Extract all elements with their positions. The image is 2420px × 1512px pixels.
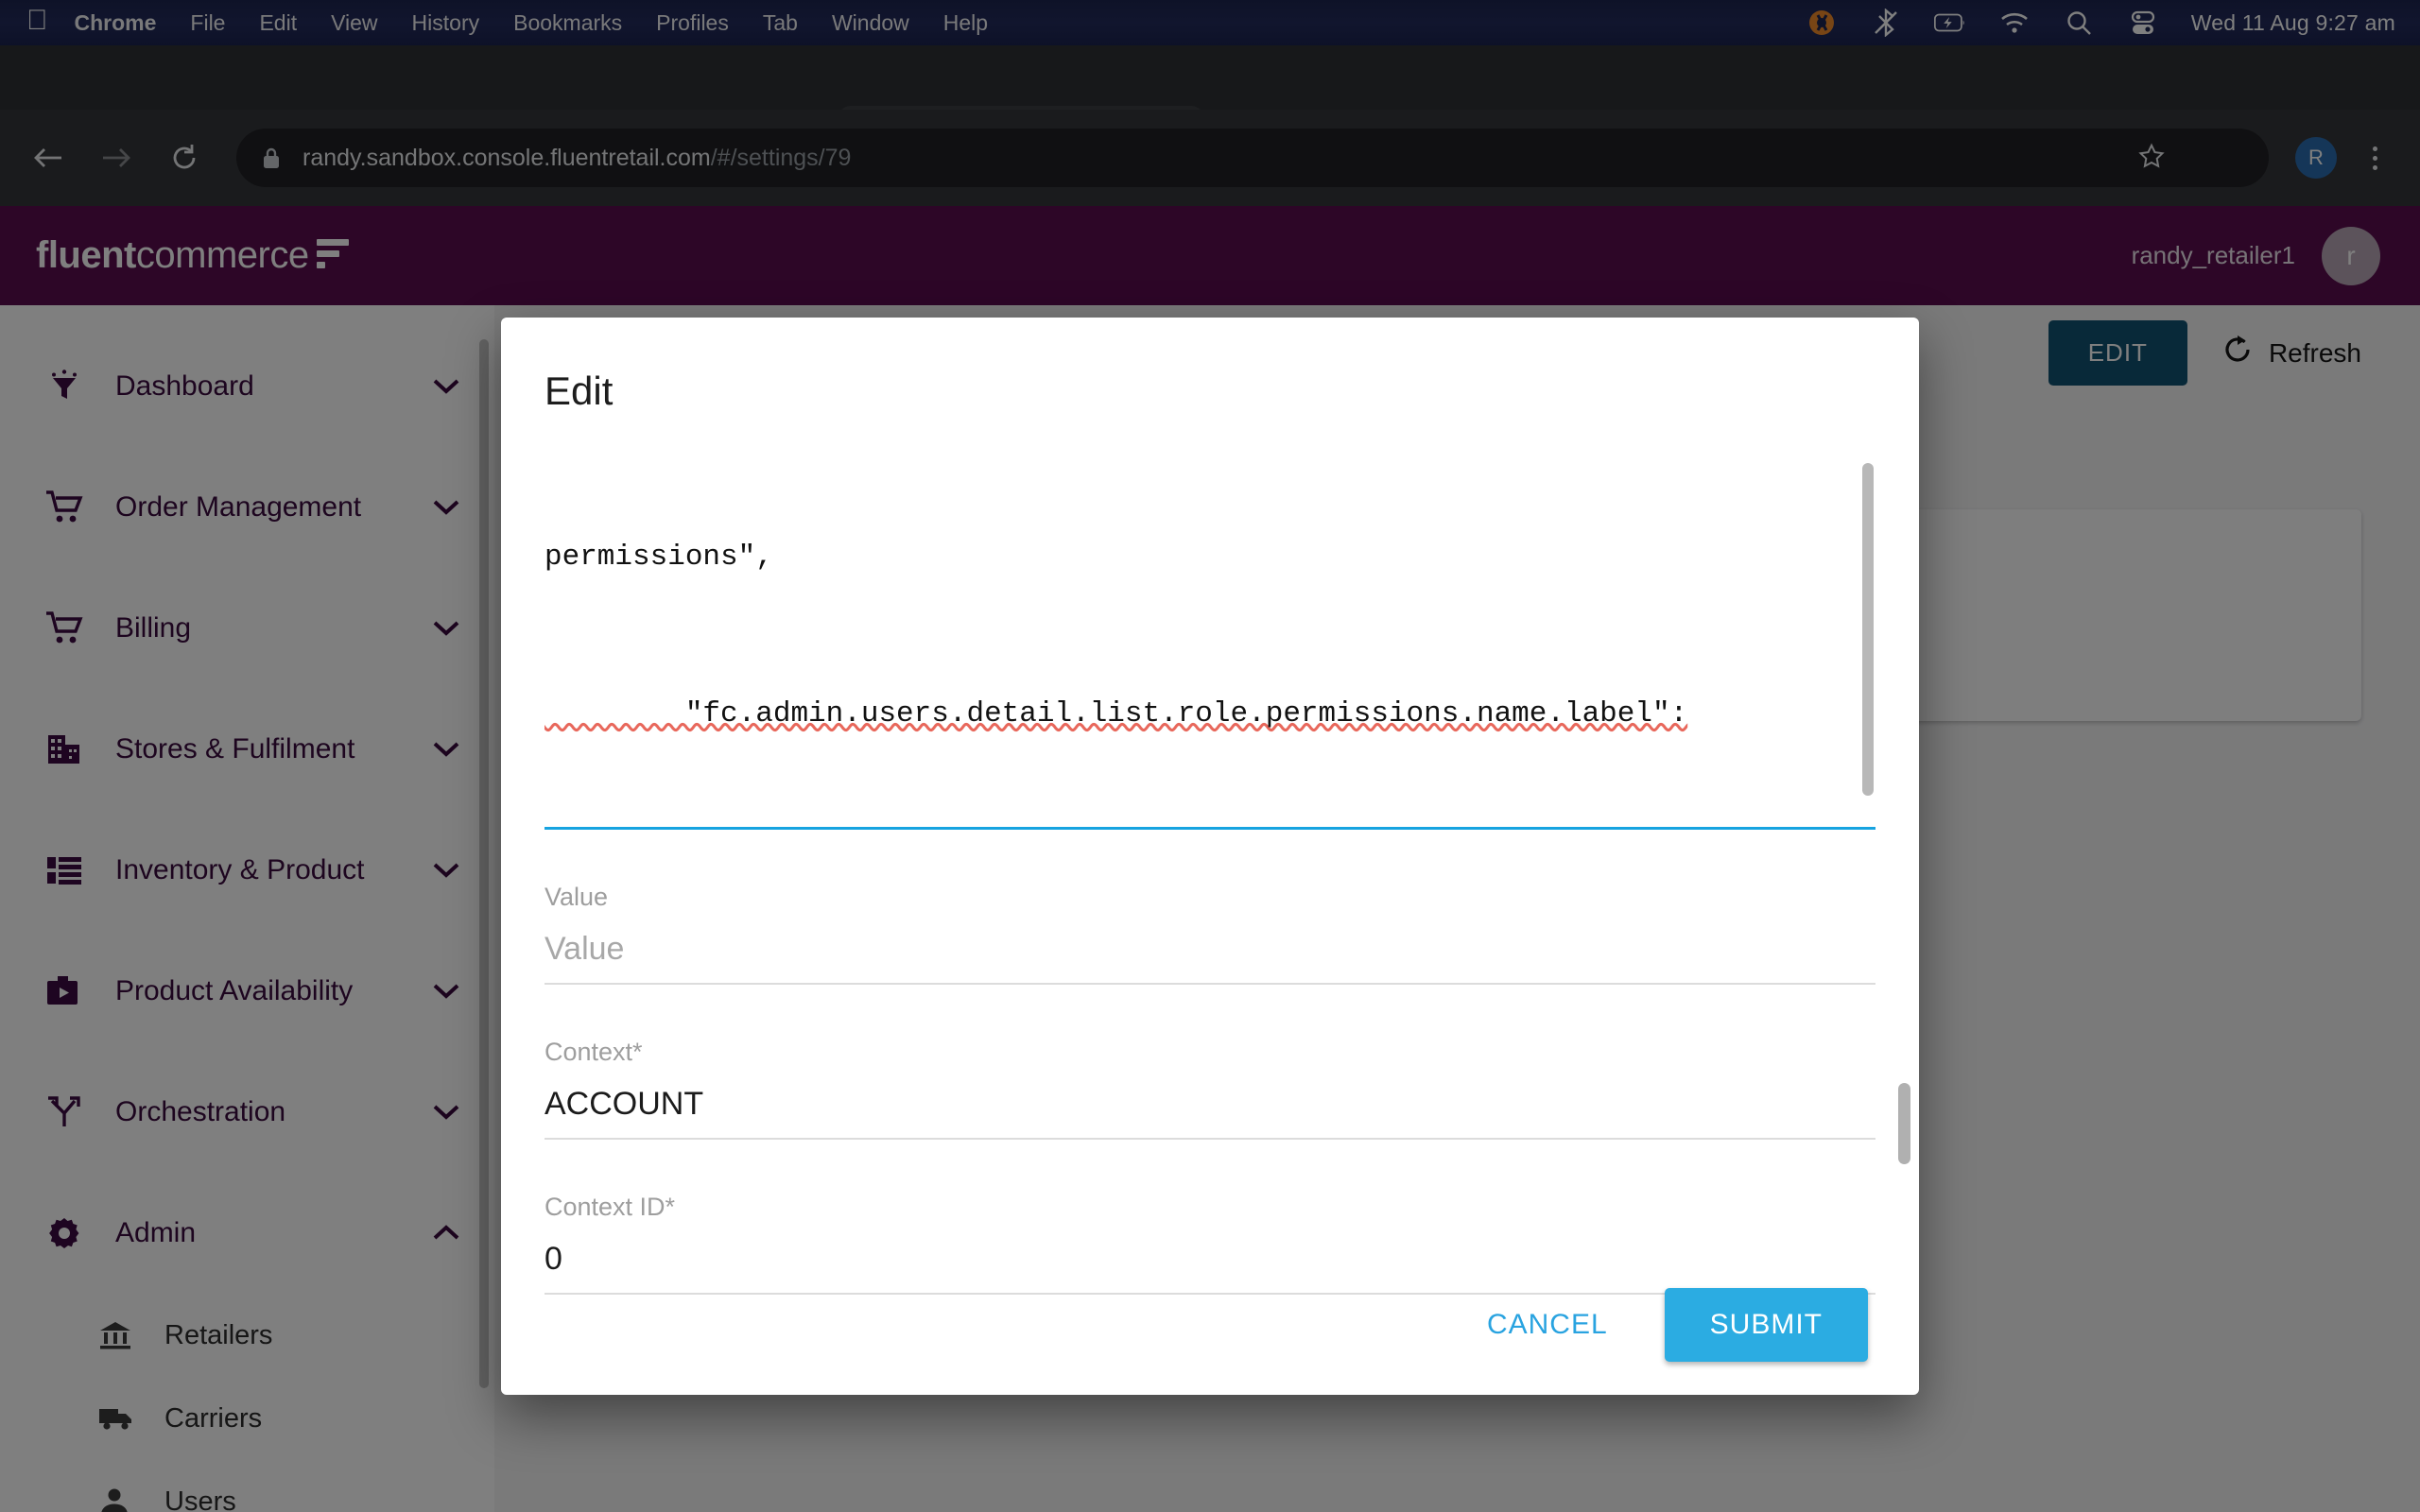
field-value[interactable]: Value Value [544,883,1876,985]
field-label: Context* [544,1038,643,1066]
cancel-button[interactable]: CANCEL [1464,1292,1631,1358]
dialog-body: permissions", "fc.admin.users.detail.lis… [501,438,1919,1295]
code-line-1: "fc.admin.users.detail.list.role.permiss… [544,692,1860,737]
dialog-footer: CANCEL SUBMIT [501,1255,1919,1395]
field-input[interactable]: ACCOUNT [544,1067,1876,1138]
field-context[interactable]: Context* ACCOUNT [544,1038,1876,1140]
json-textarea[interactable]: permissions", "fc.admin.users.detail.lis… [544,463,1860,827]
code-line-text: permissions", [544,541,773,574]
field-underline [544,1138,1876,1140]
json-textarea-wrapper[interactable]: permissions", "fc.admin.users.detail.lis… [544,463,1876,830]
dialog-scrollbar[interactable] [1898,1083,1910,1164]
field-underline [544,983,1876,985]
field-label: Context ID* [544,1193,676,1221]
field-input[interactable]: Value [544,912,1876,983]
textarea-scrollbar[interactable] [1862,463,1874,796]
code-line-text: "fc.admin.users.detail.list.role.permiss… [544,697,1688,730]
field-label: Value [544,883,609,911]
code-line-0: permissions", [544,535,1860,580]
edit-dialog: Edit permissions", "fc.admin.users.detai… [501,318,1919,1395]
dialog-title: Edit [544,369,614,413]
submit-button[interactable]: SUBMIT [1664,1288,1868,1362]
